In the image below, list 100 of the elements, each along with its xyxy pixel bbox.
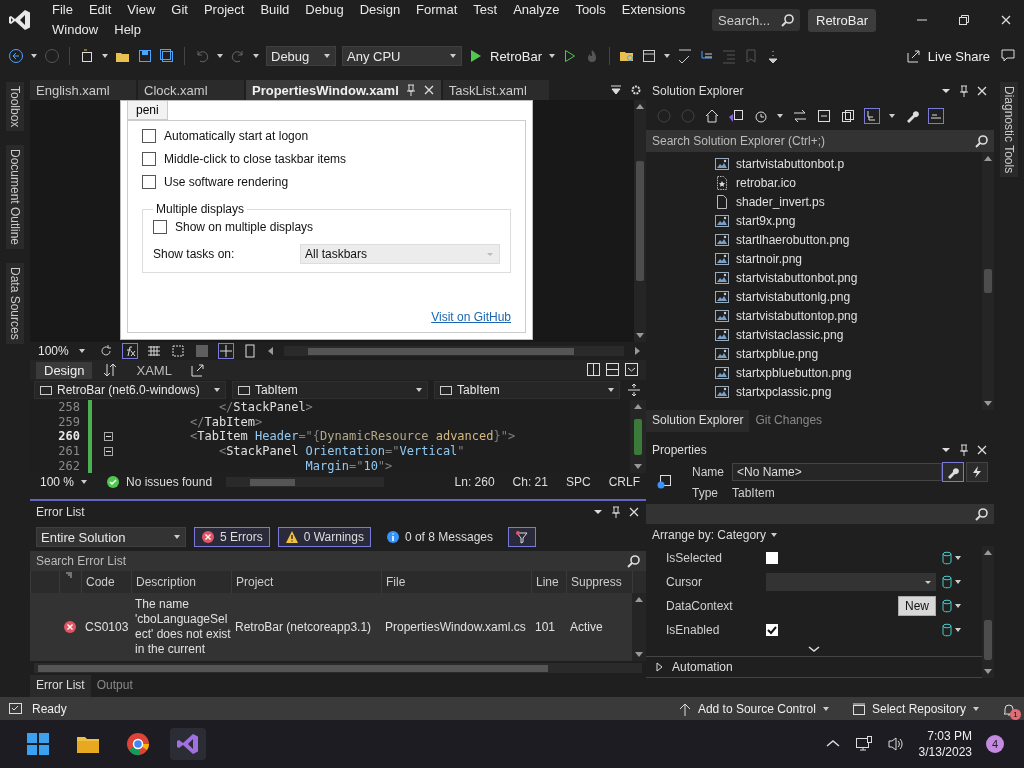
horizontal-split-icon[interactable]: [605, 362, 621, 378]
menu-item[interactable]: Edit: [80, 0, 120, 20]
menu-item[interactable]: Debug: [297, 0, 352, 20]
view-tab[interactable]: XAML: [128, 361, 180, 379]
name-field[interactable]: <No Name>: [732, 463, 942, 481]
tab-list-icon[interactable]: [610, 84, 622, 96]
scrollbar-thumb[interactable]: [634, 418, 642, 455]
vertical-scrollbar[interactable]: [982, 546, 994, 678]
file-item[interactable]: startvistabuttontop.png: [736, 308, 858, 323]
menu-item[interactable]: Tools: [567, 0, 614, 20]
caret-icon[interactable]: [252, 52, 260, 60]
refresh-icon[interactable]: [98, 343, 114, 359]
scope-dropdown[interactable]: Entire Solution: [36, 527, 186, 547]
line-indicator[interactable]: Ln: 260: [454, 475, 495, 489]
caret-icon[interactable]: [954, 578, 962, 586]
expander-arrow-icon[interactable]: [654, 662, 664, 672]
horizontal-scrollbar[interactable]: [284, 346, 624, 356]
swap-icon[interactable]: [102, 362, 119, 378]
file-item[interactable]: shader_invert.ps: [736, 194, 825, 209]
sync-icon[interactable]: [792, 108, 808, 124]
menu-item[interactable]: Git: [163, 0, 196, 20]
vertical-scrollbar[interactable]: [632, 593, 646, 661]
grid-icon[interactable]: [146, 343, 162, 359]
volume-icon[interactable]: [886, 735, 905, 753]
caret-icon[interactable]: [954, 626, 962, 634]
preview-icon[interactable]: [928, 108, 944, 124]
filter-toggle[interactable]: 5 Errors: [194, 527, 270, 547]
file-item[interactable]: startxpclassic.png: [736, 384, 832, 399]
menu-item[interactable]: Project: [195, 0, 253, 20]
panel-tab[interactable]: Output: [90, 675, 139, 697]
clock[interactable]: 7:03 PM 3/13/2023: [918, 728, 972, 760]
column-indicator[interactable]: Ch: 21: [512, 475, 548, 489]
document-tab[interactable]: Clock.xaml: [138, 80, 244, 100]
file-item[interactable]: startnoir.png: [736, 251, 803, 266]
view-tab[interactable]: Design: [36, 361, 93, 379]
menu-item[interactable]: View: [119, 0, 164, 20]
events-button[interactable]: [966, 462, 988, 482]
checkbox[interactable]: [142, 175, 156, 189]
bell-icon[interactable]: [1002, 701, 1016, 716]
save-icon[interactable]: [137, 48, 153, 64]
close-icon[interactable]: [1000, 14, 1012, 26]
configuration-dropdown[interactable]: Debug: [266, 46, 336, 66]
source-control-button[interactable]: Add to Source Control: [677, 701, 830, 716]
scrollbar-thumb[interactable]: [984, 620, 992, 660]
horizontal-scrollbar[interactable]: [34, 663, 642, 673]
panel-tab[interactable]: Git Changes: [749, 410, 829, 432]
platform-dropdown[interactable]: Any CPU: [342, 46, 462, 66]
file-item[interactable]: startxpblue.png: [736, 346, 819, 361]
file-item[interactable]: startxpbluebutton.png: [736, 365, 852, 380]
chevron-down-icon[interactable]: [807, 644, 821, 654]
checkbox[interactable]: [153, 220, 167, 234]
close-icon[interactable]: [628, 506, 640, 518]
snap-lines-icon[interactable]: [218, 343, 234, 359]
caret-icon[interactable]: [548, 52, 557, 60]
tool-window-tab[interactable]: Document Outline: [6, 145, 24, 250]
panel-tab[interactable]: Error List: [30, 675, 91, 697]
caret-icon[interactable]: [30, 52, 38, 60]
document-tab[interactable]: PropertiesWindow.xaml: [246, 80, 441, 100]
search-icon[interactable]: [780, 13, 794, 27]
scrollbar-thumb[interactable]: [636, 161, 644, 281]
search-field[interactable]: Search Error List: [30, 551, 646, 571]
tab-header[interactable]: peni: [127, 101, 168, 120]
menu-item[interactable]: Extensions: [613, 0, 694, 20]
network-icon[interactable]: [854, 735, 873, 753]
new-button[interactable]: New: [898, 596, 936, 616]
collapse-pane-icon[interactable]: [624, 362, 640, 378]
device-icon[interactable]: [242, 343, 258, 359]
new-item-icon[interactable]: [79, 48, 95, 64]
feedback-icon[interactable]: [1000, 48, 1016, 64]
scrollbar-thumb[interactable]: [984, 269, 992, 293]
taskbar-dropdown[interactable]: All taskbars: [300, 244, 500, 264]
copy-icon[interactable]: [840, 108, 856, 124]
fx-icon[interactable]: [122, 343, 138, 359]
tool-window-tab[interactable]: Diagnostic Tools: [1000, 82, 1018, 178]
search-field[interactable]: Search...: [712, 9, 800, 31]
notification-badge[interactable]: 4: [986, 735, 1004, 753]
switch-views-icon[interactable]: [728, 108, 744, 124]
vertical-scrollbar[interactable]: [982, 152, 994, 410]
navigation-dropdown[interactable]: RetroBar (net6.0-windows): [34, 381, 226, 399]
back-icon[interactable]: [8, 48, 24, 64]
checkbox[interactable]: [766, 552, 778, 564]
filter-toggle[interactable]: 0 of 8 Messages: [378, 527, 500, 547]
settings-icon[interactable]: [630, 84, 642, 96]
restore-icon[interactable]: [958, 14, 970, 26]
checkbox[interactable]: [142, 152, 156, 166]
caret-icon[interactable]: [776, 112, 784, 120]
file-item[interactable]: startlhaerobutton.png: [736, 232, 850, 247]
file-item[interactable]: startvistaclassic.png: [736, 327, 844, 342]
issues-status[interactable]: No issues found: [126, 475, 213, 489]
github-link[interactable]: Visit on GitHub: [431, 310, 511, 324]
pin-icon[interactable]: [958, 85, 970, 97]
close-icon[interactable]: [976, 444, 988, 456]
save-all-icon[interactable]: [159, 48, 175, 64]
repository-button[interactable]: Select Repository: [851, 701, 980, 716]
popout-icon[interactable]: [189, 362, 206, 378]
caret-icon[interactable]: [954, 602, 962, 610]
checkbox[interactable]: [766, 624, 778, 636]
layout-icon[interactable]: [641, 48, 658, 64]
caret-icon[interactable]: [663, 52, 672, 60]
caret-icon[interactable]: [216, 52, 224, 60]
